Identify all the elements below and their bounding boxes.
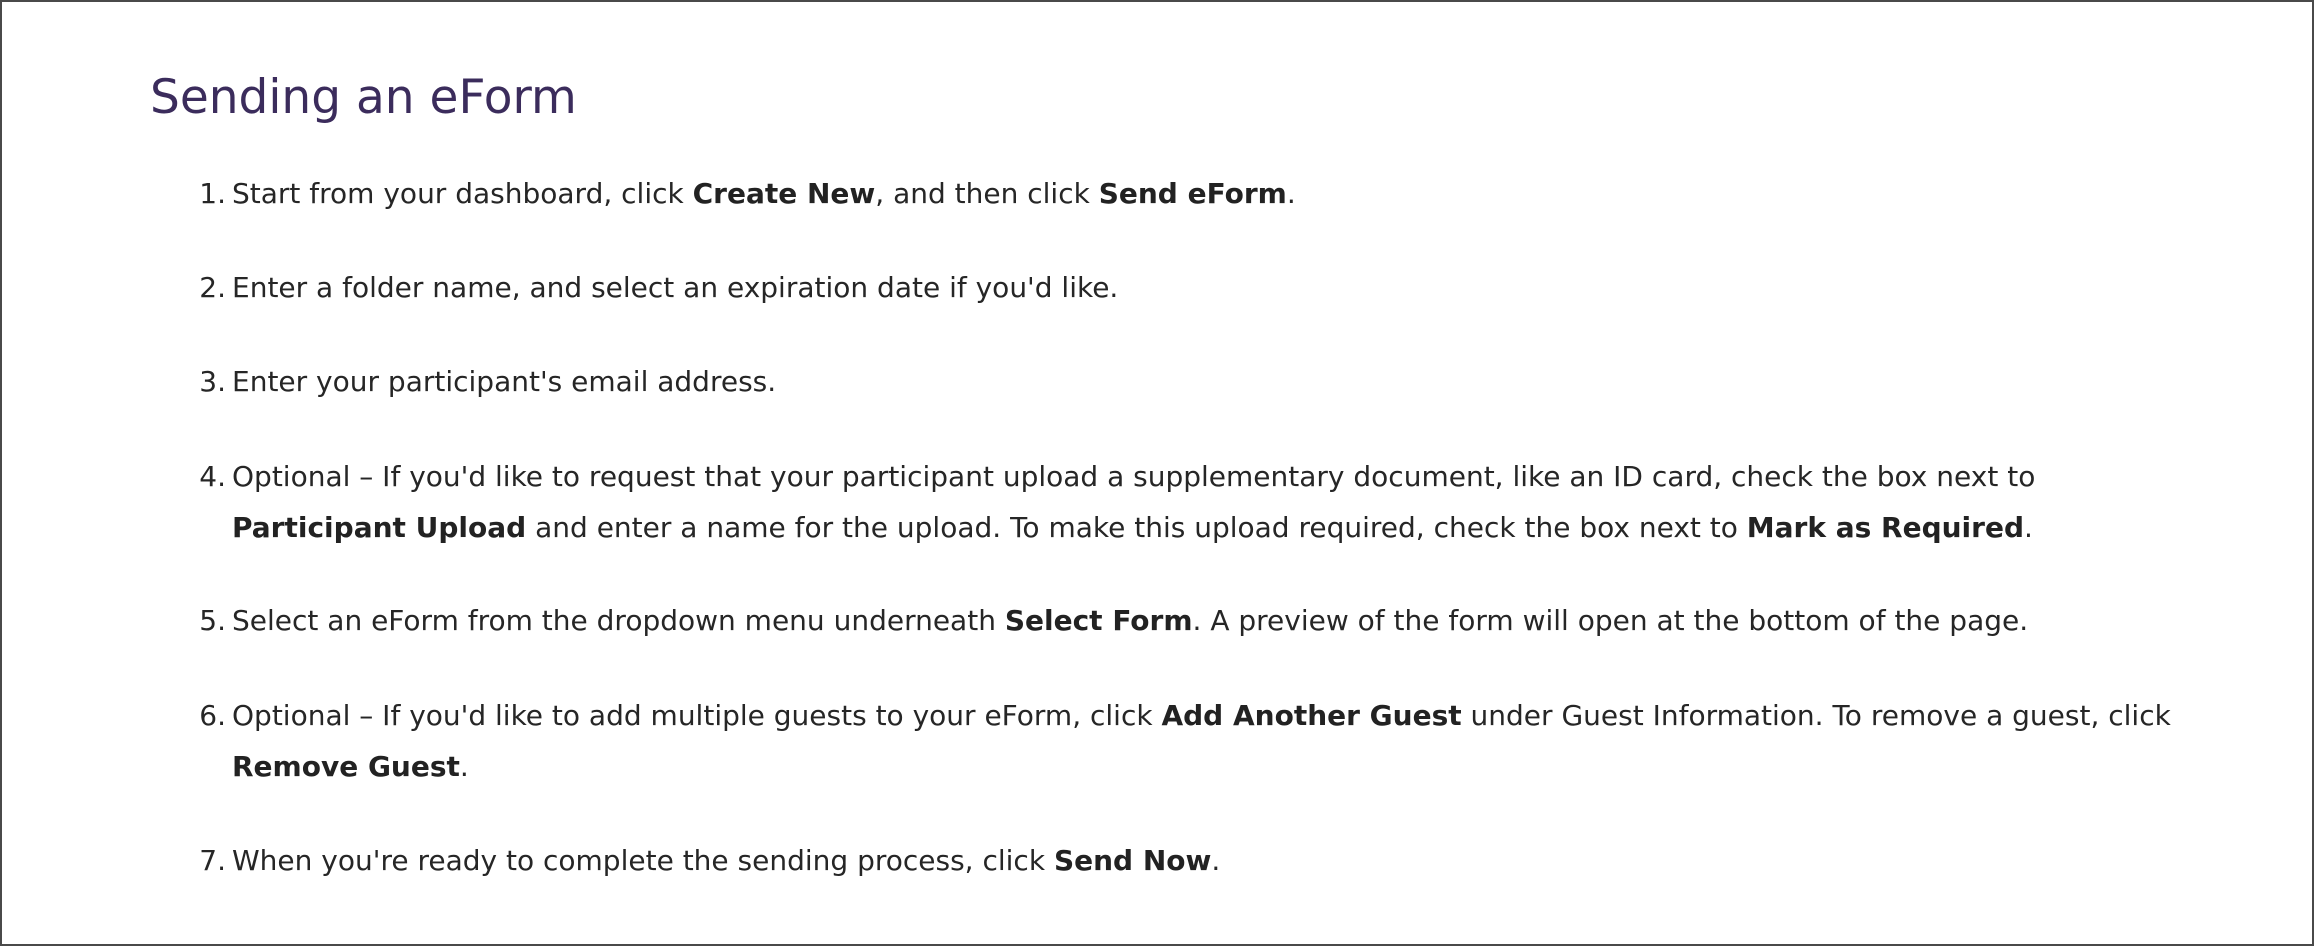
ui-term: Add Another Guest <box>1161 699 1462 732</box>
step-item: 2. Enter a folder name, and select an ex… <box>198 262 2198 313</box>
step-text: Select an eForm from the dropdown menu u… <box>232 595 2198 646</box>
text-run: , and then click <box>875 177 1099 210</box>
text-run: . A preview of the form will open at the… <box>1192 604 2029 637</box>
step-text: Enter a folder name, and select an expir… <box>232 262 2198 313</box>
step-item: 1. Start from your dashboard, click Crea… <box>198 168 2198 219</box>
text-run: Select an eForm from the dropdown menu u… <box>232 604 1005 637</box>
ui-term: Send Now <box>1053 844 1212 877</box>
step-number: 5. <box>199 604 226 637</box>
step-number: 3. <box>199 365 226 398</box>
text-run: Optional – If you'd like to add multiple… <box>232 699 1162 732</box>
step-number: 2. <box>199 271 226 304</box>
step-number: 1. <box>199 177 226 210</box>
text-run: Enter your participant's email address. <box>232 365 777 398</box>
ui-term: Participant Upload <box>232 511 527 544</box>
step-text: Enter your participant's email address. <box>232 356 2198 407</box>
step-text: Start from your dashboard, click Create … <box>232 168 2198 219</box>
text-run: . <box>459 750 469 783</box>
text-run: Optional – If you'd like to request that… <box>232 460 2036 493</box>
ui-term: Select Form <box>1004 604 1193 637</box>
step-number: 6. <box>199 699 226 732</box>
ui-term: Send eForm <box>1098 177 1287 210</box>
text-run: under Guest Information. To remove a gue… <box>1461 699 2171 732</box>
step-item: 7. When you're ready to complete the sen… <box>198 835 2198 886</box>
ui-term: Remove Guest <box>232 750 460 783</box>
page-title: Sending an eForm <box>150 70 577 125</box>
step-text: Optional – If you'd like to request that… <box>232 451 2198 553</box>
text-run: Start from your dashboard, click <box>232 177 693 210</box>
text-run: . <box>1211 844 1221 877</box>
ui-term: Create New <box>692 177 876 210</box>
article-frame: Sending an eForm 1. Start from your dash… <box>0 0 2314 946</box>
step-number: 4. <box>199 460 226 493</box>
text-run: . <box>1286 177 1296 210</box>
step-item: 3. Enter your participant's email addres… <box>198 356 2198 407</box>
step-item: 5. Select an eForm from the dropdown men… <box>198 595 2198 646</box>
step-text: When you're ready to complete the sendin… <box>232 835 2198 886</box>
step-text: Optional – If you'd like to add multiple… <box>232 690 2198 792</box>
step-item: 4. Optional – If you'd like to request t… <box>198 451 2198 553</box>
step-number: 7. <box>199 844 226 877</box>
text-run: and enter a name for the upload. To make… <box>526 511 1747 544</box>
text-run: Enter a folder name, and select an expir… <box>232 271 1119 304</box>
text-run: When you're ready to complete the sendin… <box>232 844 1054 877</box>
ui-term: Mark as Required <box>1746 511 2024 544</box>
text-run: . <box>2024 511 2033 544</box>
step-item: 6. Optional – If you'd like to add multi… <box>198 690 2198 792</box>
